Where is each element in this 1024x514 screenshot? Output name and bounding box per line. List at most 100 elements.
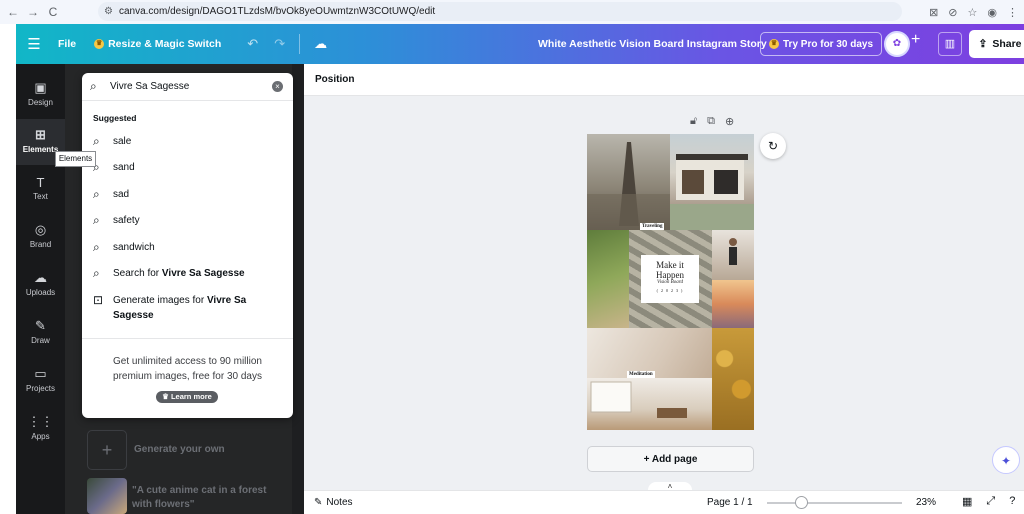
extension-icon[interactable]: ◉ [987,6,997,19]
traveling-label: Traveling [640,223,665,230]
back-icon[interactable]: ← [6,5,20,19]
suggestion-item[interactable]: ⌕ sand [93,158,135,176]
promo-text: Get unlimited access to 90 million premi… [82,354,293,384]
star-icon[interactable]: ☆ [968,6,978,19]
generate-own-label[interactable]: Generate your own [134,444,225,455]
apps-grid-icon: ⋮⋮ [27,414,54,429]
try-pro-button[interactable]: ♛ Try Pro for 30 days [760,32,883,56]
share-label: Share [992,38,1022,50]
brand-icon: ◎ [34,222,47,237]
suggestion-label: sandwich [113,241,155,253]
notes-button[interactable]: ✎ Notes [314,497,353,508]
rail-item-design[interactable]: ▣ Design [16,72,65,118]
generate-prefix: Generate images for [113,295,207,306]
search-field[interactable]: ⌕ Vivre Sa Sagesse × [82,73,293,101]
forward-icon[interactable]: → [26,5,40,19]
fullscreen-icon[interactable]: ⤢ [986,495,995,508]
menu-icon[interactable]: ⋮ [1007,6,1018,19]
share-icon: ⇪ [978,38,988,50]
divider [299,34,301,54]
rail-item-projects[interactable]: ▭ Projects [16,358,65,404]
page-actions: 🔓︎ ⧉ ⊕ [690,115,734,128]
eye-off-icon[interactable]: ⊘ [948,6,957,19]
search-icon: ⌕ [93,186,100,201]
design-page[interactable]: Traveling Make it Happen Vision Board ( … [587,134,754,430]
cat-prompt-text[interactable]: "A cute anime cat in a forest with flowe… [132,484,282,512]
suggestion-item[interactable]: ⌕ sad [93,185,129,203]
insights-icon[interactable]: ▥ [938,32,962,56]
context-toolbar: Position [304,64,1024,96]
suggestion-item[interactable]: ⌕ sandwich [93,238,155,256]
clear-search-icon[interactable]: × [272,81,283,92]
cloud-save-icon[interactable]: ☁ [314,36,327,52]
menu-icon[interactable]: ☰ [16,35,52,53]
lock-icon[interactable]: 🔓︎ [690,115,697,128]
image-sparkle-icon: ⊡ [93,293,104,307]
cat-thumbnail[interactable] [87,478,127,514]
tower-icon [587,142,670,230]
rail-item-draw[interactable]: ✎ Draw [16,310,65,356]
search-icon: ⌕ [93,265,100,280]
site-info-icon[interactable]: ⚙ [104,6,113,17]
translate-icon[interactable]: ⊠ [929,6,938,19]
generate-plus-button[interactable]: + [87,430,127,470]
window-icon [590,381,687,418]
reload-icon[interactable]: C [46,5,60,19]
editor-footer: ✎ Notes Page 1 / 1 23% ▦ ⤢ ? [304,490,1024,514]
search-dropdown: ⌕ Vivre Sa Sagesse × Suggested ⌕ sale ⌕ … [82,73,293,418]
position-button[interactable]: Position [315,74,354,85]
elements-icon: ⊞ [35,127,46,142]
zoom-slider-handle[interactable] [795,496,808,509]
add-page-icon[interactable]: ⊕ [725,115,734,128]
search-input[interactable]: Vivre Sa Sagesse [110,81,189,92]
person-icon [729,238,737,265]
left-rail: ▣ Design ⊞ Elements T Text ◎ Brand ☁ Upl… [16,64,65,514]
interior-photo [587,378,712,430]
magic-assistant-icon[interactable]: ✦ [992,446,1020,474]
generate-images-item[interactable]: ⊡ Generate images for Vivre Sa Sagesse [93,293,246,323]
panel-scrollbar[interactable] [292,64,304,514]
search-for-item[interactable]: ⌕ Search for Vivre Sa Sagesse [93,264,245,282]
refresh-icon[interactable]: ↻ [760,133,786,159]
suggestion-item[interactable]: ⌕ safety [93,211,140,229]
duplicate-icon[interactable]: ⧉ [707,115,715,128]
rail-item-uploads[interactable]: ☁ Uploads [16,262,65,308]
divider [82,338,293,339]
zoom-slider[interactable] [767,502,902,504]
rail-item-text[interactable]: T Text [16,167,65,213]
rail-label: Text [33,192,48,201]
sunset-photo [712,280,754,328]
meditation-label: Meditation [627,371,655,378]
promo-line2: premium images, free for 30 days [113,371,262,382]
help-icon[interactable]: ? [1009,495,1015,508]
center-year: ( 2 0 2 3 ) [656,288,684,293]
search-icon: ⌕ [93,159,100,174]
share-button[interactable]: ⇪ Share [969,30,1024,58]
promo-line1: Get unlimited access to 90 million [113,356,262,367]
design-title[interactable]: White Aesthetic Vision Board Instagram S… [538,38,767,50]
resize-button[interactable]: ♛ Resize & Magic Switch [94,38,221,50]
rail-label: Draw [31,336,50,345]
make-it-happen-card: Make it Happen Vision Board ( 2 0 2 3 ) [641,255,699,303]
generate-text: Generate images for Vivre Sa Sagesse [113,293,246,323]
redo-icon[interactable]: ↷ [274,36,285,52]
learn-more-button[interactable]: ♛ Learn more [156,391,218,403]
avatar[interactable]: ✿ [884,31,910,57]
address-bar[interactable]: ⚙ canva.com/design/DAGO1TLzdsM/bvOk8yeOU… [98,2,902,21]
zoom-level[interactable]: 23% [916,497,936,508]
try-pro-label: Try Pro for 30 days [783,38,874,50]
generate-term-line2: Sagesse [113,310,154,321]
rail-item-apps[interactable]: ⋮⋮ Apps [16,406,65,452]
grid-view-icon[interactable]: ▦ [962,495,972,508]
add-page-button[interactable]: + Add page [587,446,754,472]
suggestion-item[interactable]: ⌕ sale [93,132,131,150]
file-menu[interactable]: File [58,38,76,50]
suggestion-label: safety [113,214,140,226]
undo-icon[interactable]: ↶ [247,36,258,52]
rail-item-brand[interactable]: ◎ Brand [16,214,65,260]
search-icon: ⌕ [93,133,100,148]
page-indicator[interactable]: Page 1 / 1 [707,497,753,508]
search-icon: ⌕ [93,239,100,254]
browser-toolbar: ← → C ⚙ canva.com/design/DAGO1TLzdsM/bvO… [0,0,1024,24]
add-collaborator-icon[interactable]: + [911,31,920,49]
